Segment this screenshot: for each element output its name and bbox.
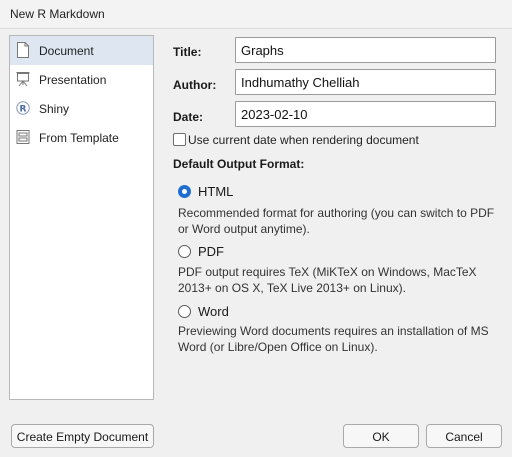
date-input[interactable] — [235, 101, 496, 127]
sidebar-item-label: Presentation — [39, 73, 107, 87]
html-description-line: Recommended format for authoring (you ca… — [178, 206, 495, 220]
title-bar: New R Markdown — [0, 0, 512, 29]
presentation-icon — [16, 71, 30, 87]
document-icon — [16, 42, 30, 58]
template-type-list: Document Presentation R Shiny From Templ… — [9, 35, 154, 400]
svg-text:R: R — [20, 105, 27, 115]
sidebar-item-from-template[interactable]: From Template — [10, 123, 153, 152]
template-icon — [16, 129, 30, 145]
sidebar-item-presentation[interactable]: Presentation — [10, 65, 153, 94]
title-input[interactable] — [235, 37, 496, 63]
author-input[interactable] — [235, 69, 496, 95]
word-description-line: Word (or Libre/Open Office on Linux). — [178, 340, 378, 354]
html-description: Recommended format for authoring (you ca… — [178, 205, 498, 237]
word-description: Previewing Word documents requires an in… — [178, 323, 498, 355]
sidebar-item-label: Document — [39, 44, 94, 58]
pdf-description: PDF output requires TeX (MiKTeX on Windo… — [178, 264, 498, 296]
html-radio-label[interactable]: HTML — [198, 184, 233, 199]
author-label: Author: — [173, 78, 217, 92]
title-label: Title: — [173, 45, 202, 59]
pdf-radio[interactable] — [178, 245, 191, 258]
html-description-line: or Word output anytime). — [178, 222, 310, 236]
default-output-format-heading: Default Output Format: — [173, 157, 305, 171]
date-label: Date: — [173, 110, 204, 124]
shiny-r-icon: R — [16, 100, 30, 116]
sidebar-item-shiny[interactable]: R Shiny — [10, 94, 153, 123]
cancel-button[interactable]: Cancel — [426, 424, 502, 448]
word-description-line: Previewing Word documents requires an in… — [178, 324, 489, 338]
html-radio[interactable] — [178, 185, 191, 198]
sidebar-item-document[interactable]: Document — [10, 36, 153, 65]
window-title: New R Markdown — [10, 7, 105, 21]
pdf-description-line: 2013+ on OS X, TeX Live 2013+ on Linux). — [178, 281, 406, 295]
sidebar-item-label: From Template — [39, 131, 119, 145]
pdf-description-line: PDF output requires TeX (MiKTeX on Windo… — [178, 265, 477, 279]
use-current-date-checkbox[interactable] — [173, 133, 186, 146]
sidebar-item-label: Shiny — [39, 102, 70, 116]
use-current-date-label[interactable]: Use current date when rendering document — [188, 133, 419, 147]
word-radio-label[interactable]: Word — [198, 304, 229, 319]
word-radio[interactable] — [178, 305, 191, 318]
create-empty-document-button[interactable]: Create Empty Document — [11, 424, 154, 448]
ok-button[interactable]: OK — [343, 424, 419, 448]
pdf-radio-label[interactable]: PDF — [198, 244, 224, 259]
